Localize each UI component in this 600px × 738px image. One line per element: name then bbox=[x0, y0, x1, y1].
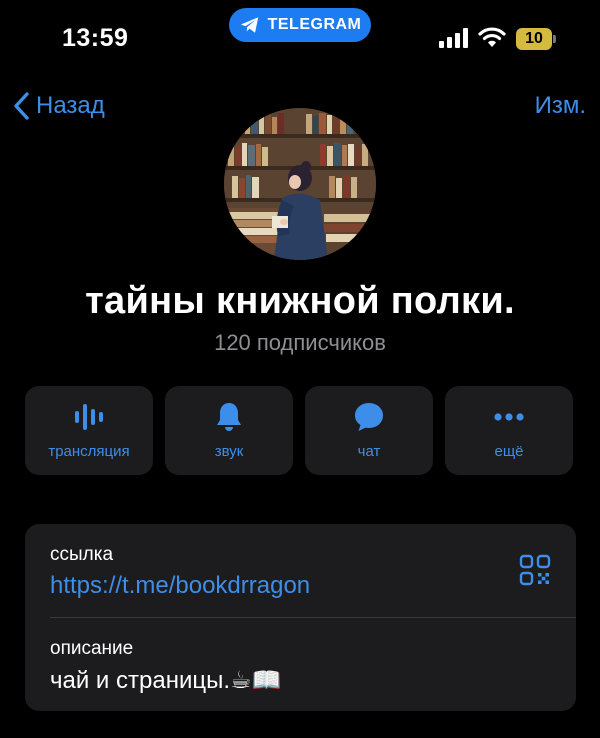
channel-avatar[interactable] bbox=[224, 108, 376, 260]
telegram-pill-label: TELEGRAM bbox=[267, 16, 362, 33]
action-buttons: трансляция звук чат ещё bbox=[25, 386, 576, 475]
sound-label: звук bbox=[214, 443, 244, 460]
description-caption: описание bbox=[50, 638, 134, 659]
description-row: описание чай и страницы.☕📖 bbox=[25, 618, 576, 711]
more-button[interactable]: ещё bbox=[445, 386, 573, 475]
avatar-illustration bbox=[224, 108, 376, 260]
battery-nub bbox=[553, 35, 556, 43]
status-time: 13:59 bbox=[62, 24, 129, 52]
live-stream-label: трансляция bbox=[48, 443, 130, 460]
bell-icon bbox=[217, 403, 241, 431]
telegram-pill[interactable]: TELEGRAM bbox=[229, 8, 371, 42]
qr-code-icon[interactable] bbox=[519, 554, 551, 586]
channel-title: тайны книжной полки. bbox=[85, 280, 515, 322]
live-stream-icon bbox=[75, 404, 103, 430]
sound-button[interactable]: звук bbox=[165, 386, 293, 475]
back-button[interactable]: Назад bbox=[12, 88, 105, 124]
telegram-plane-icon bbox=[240, 17, 258, 33]
link-row[interactable]: ссылка https://t.me/bookdrragon bbox=[25, 524, 576, 617]
back-label: Назад bbox=[36, 92, 105, 119]
signal-bars-icon bbox=[439, 28, 468, 48]
battery-level: 10 bbox=[525, 30, 543, 47]
more-label: ещё bbox=[494, 443, 524, 460]
battery-body: 10 bbox=[516, 28, 552, 50]
more-dots-icon bbox=[494, 413, 524, 421]
channel-link[interactable]: https://t.me/bookdrragon bbox=[50, 572, 310, 600]
channel-description: чай и страницы.☕📖 bbox=[50, 667, 282, 694]
chevron-left-icon bbox=[14, 92, 29, 120]
battery-indicator: 10 bbox=[516, 28, 556, 50]
edit-button[interactable]: Изм. bbox=[535, 92, 586, 120]
chat-label: чат bbox=[357, 443, 381, 460]
wifi-icon bbox=[478, 27, 506, 47]
link-caption: ссылка bbox=[50, 544, 114, 565]
channel-info-card: ссылка https://t.me/bookdrragon описание… bbox=[25, 524, 576, 711]
status-bar: 13:59 TELEGRAM 10 bbox=[0, 0, 600, 70]
chat-button[interactable]: чат bbox=[305, 386, 433, 475]
subscriber-count: 120 подписчиков bbox=[214, 330, 386, 355]
live-stream-button[interactable]: трансляция bbox=[25, 386, 153, 475]
chat-bubble-icon bbox=[355, 403, 383, 431]
